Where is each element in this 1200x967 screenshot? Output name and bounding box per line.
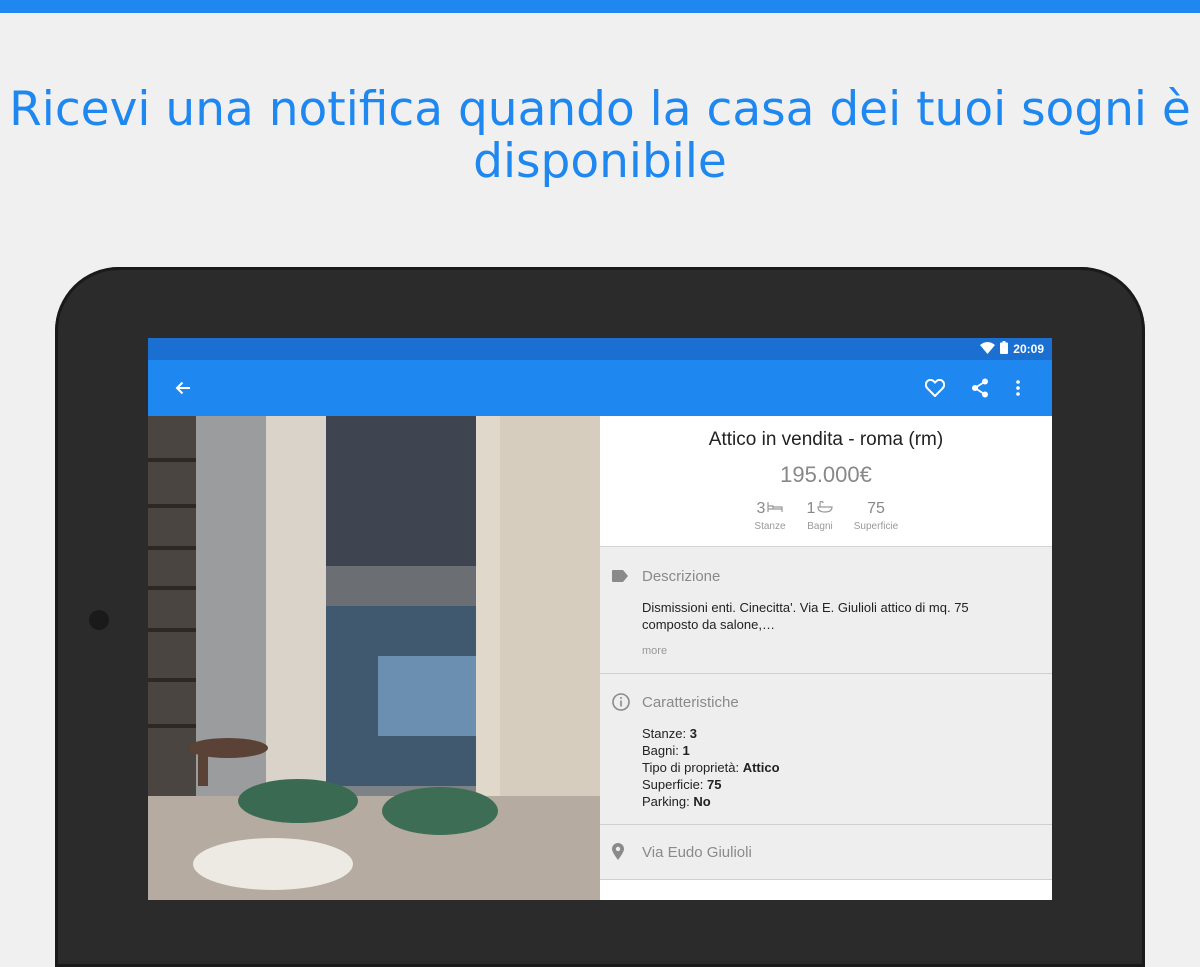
tablet-screen: 20:09 Attico in vendita - roma (rm) 195.… bbox=[148, 338, 1052, 900]
share-icon[interactable] bbox=[968, 376, 992, 400]
stat-rooms-label: Stanze bbox=[754, 521, 786, 532]
wifi-icon bbox=[980, 341, 996, 357]
listing-price: 195.000€ bbox=[780, 462, 872, 487]
description-text: Dismissioni enti. Cinecitta'. Via E. Giu… bbox=[642, 600, 969, 632]
feature-item: Parking: No bbox=[642, 794, 711, 809]
description-section: Descrizione Dismissioni enti. Cinecitta'… bbox=[600, 547, 1052, 674]
listing-header-card: Attico in vendita - roma (rm) 195.000€ 3… bbox=[600, 416, 1052, 547]
features-section: Caratteristiche Stanze: 3 Bagni: 1 Tipo … bbox=[600, 674, 1052, 825]
status-time: 20:09 bbox=[1013, 342, 1044, 356]
stat-surface: 75 Superficie bbox=[846, 500, 906, 532]
info-icon bbox=[612, 693, 630, 711]
promo-headline: Ricevi una notifica quando la casa dei t… bbox=[9, 82, 1191, 189]
back-arrow-icon[interactable] bbox=[171, 376, 195, 400]
bathtub-icon bbox=[817, 500, 834, 518]
listing-detail-panel: Attico in vendita - roma (rm) 195.000€ 3… bbox=[600, 416, 1052, 900]
listing-title: Attico in vendita - roma (rm) bbox=[708, 429, 944, 450]
feature-item: Bagni: 1 bbox=[642, 743, 690, 758]
tablet-camera bbox=[89, 610, 109, 630]
location-address: Via Eudo Giulioli bbox=[642, 844, 752, 861]
stat-baths-value: 1 bbox=[806, 500, 816, 517]
stat-rooms-value: 3 bbox=[756, 500, 766, 517]
location-pin-icon bbox=[612, 843, 630, 861]
stat-baths: 1 Bagni bbox=[800, 500, 840, 532]
feature-item: Stanze: 3 bbox=[642, 726, 697, 741]
favorite-heart-icon[interactable] bbox=[923, 376, 947, 400]
map-preview bbox=[600, 880, 1052, 900]
app-bar bbox=[148, 360, 1052, 416]
status-bar: 20:09 bbox=[148, 338, 1052, 360]
feature-item: Superficie: 75 bbox=[642, 777, 722, 792]
feature-item: Tipo di proprietà: Attico bbox=[642, 760, 780, 775]
more-vert-icon[interactable] bbox=[1006, 376, 1030, 400]
property-photo[interactable] bbox=[148, 416, 600, 900]
battery-icon bbox=[1000, 341, 1009, 357]
stat-surface-label: Superficie bbox=[853, 521, 899, 532]
features-list: Stanze: 3 Bagni: 1 Tipo di proprietà: At… bbox=[642, 725, 780, 810]
stat-rooms: 3 Stanze bbox=[750, 500, 790, 532]
location-section[interactable]: Via Eudo Giulioli bbox=[600, 825, 1052, 880]
stat-surface-value: 75 bbox=[867, 500, 885, 517]
stat-baths-label: Bagni bbox=[807, 521, 833, 532]
features-title: Caratteristiche bbox=[642, 694, 739, 711]
bed-icon bbox=[767, 500, 784, 518]
label-tag-icon bbox=[612, 569, 630, 587]
description-title: Descrizione bbox=[642, 568, 721, 585]
top-accent-strip bbox=[0, 0, 1200, 13]
description-more-link[interactable]: more bbox=[642, 645, 667, 657]
